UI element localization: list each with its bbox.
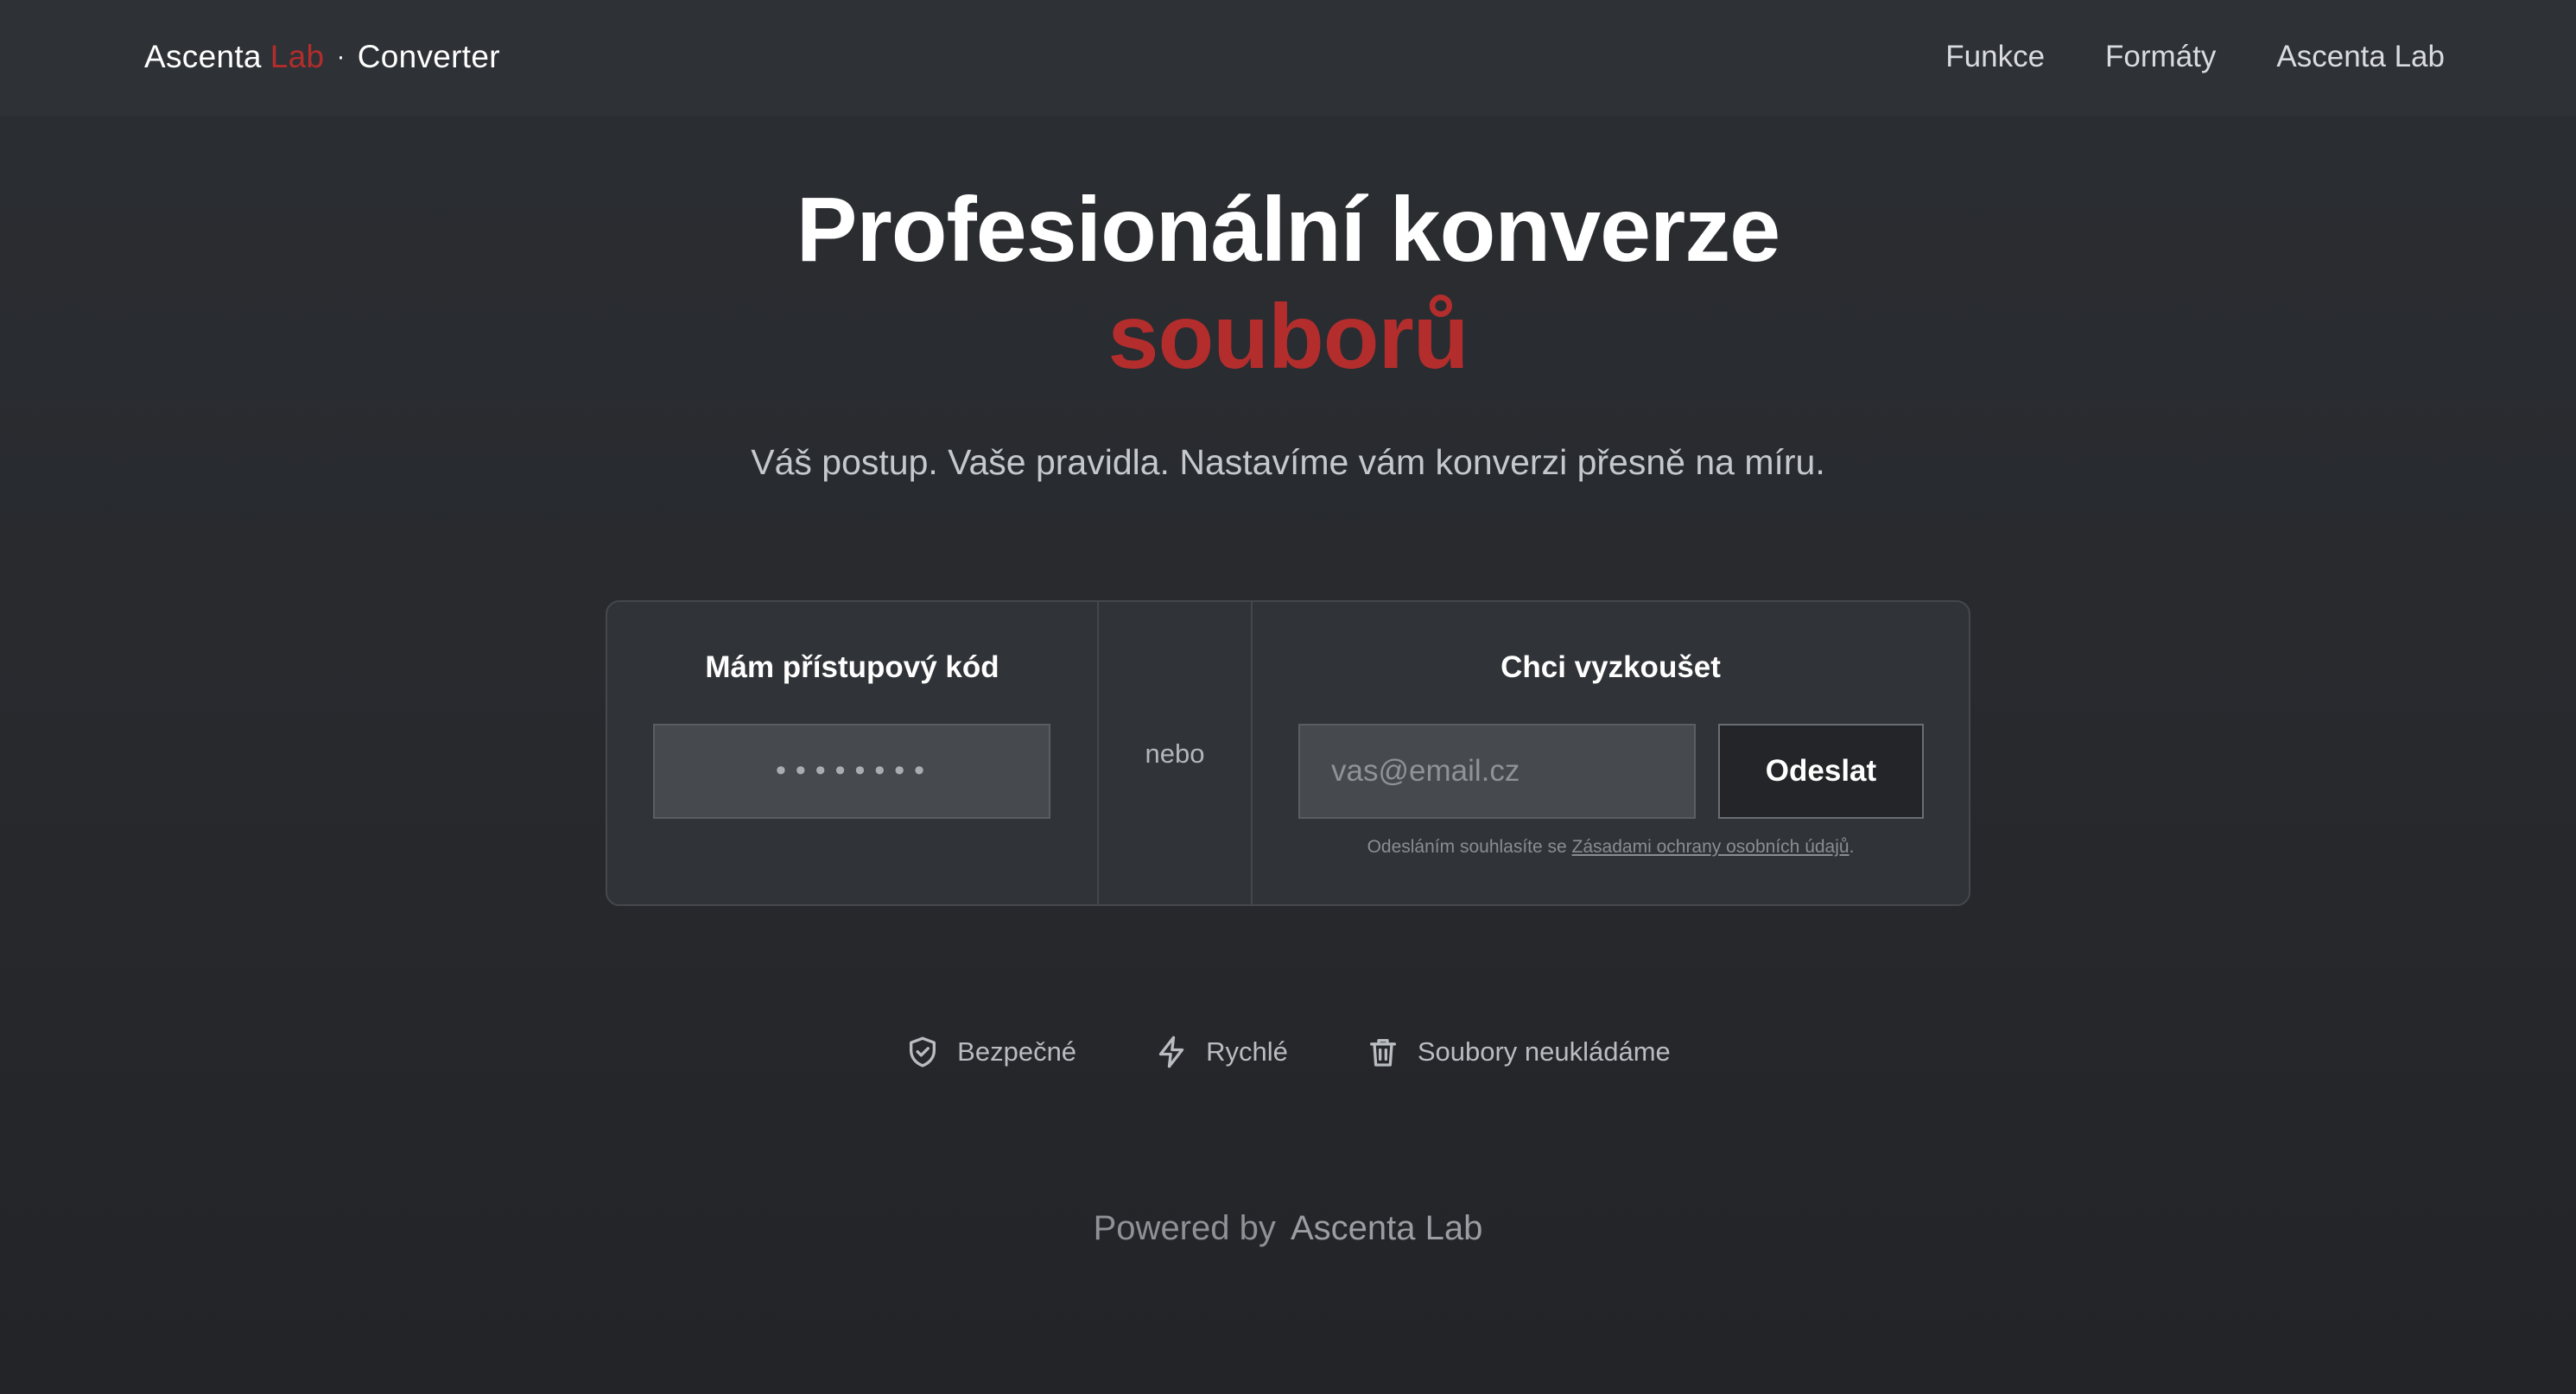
- privacy-policy-link[interactable]: Zásadami ochrany osobních údajů: [1572, 837, 1850, 857]
- brand-separator: ·: [336, 42, 346, 71]
- feature-fast: Rychlé: [1154, 1034, 1288, 1070]
- nav-link-ascenta-lab[interactable]: Ascenta Lab: [2276, 40, 2445, 74]
- hero-title-accent: souborů: [1107, 286, 1469, 388]
- hero-title: Profesionální konverze souborů: [0, 176, 2576, 390]
- divider-section: nebo: [1097, 602, 1253, 904]
- top-bar: Ascenta Lab · Converter Funkce Formáty A…: [0, 0, 2576, 116]
- consent-suffix: .: [1849, 837, 1855, 857]
- main-nav: Funkce Formáty Ascenta Lab: [1945, 33, 2445, 81]
- access-code-section: Mám přístupový kód: [607, 602, 1097, 904]
- consent-prefix: Odesláním souhlasíte se: [1367, 837, 1572, 857]
- powered-by-prefix: Powered by: [1093, 1209, 1276, 1247]
- consent-text: Odesláním souhlasíte se Zásadami ochrany…: [1253, 837, 1969, 858]
- hero-title-line1: Profesionální konverze: [796, 179, 1780, 281]
- hero-subtitle: Váš postup. Vaše pravidla. Nastavíme vám…: [751, 442, 1825, 482]
- email-input[interactable]: [1298, 724, 1696, 819]
- lightning-icon: [1154, 1034, 1189, 1070]
- access-code-input[interactable]: [653, 724, 1050, 819]
- feature-secure: Bezpečné: [905, 1034, 1076, 1070]
- feature-secure-label: Bezpečné: [957, 1036, 1077, 1067]
- trial-heading: Chci vyzkoušet: [1501, 650, 1721, 684]
- brand-product: Converter: [357, 39, 500, 74]
- brand-logo[interactable]: Ascenta Lab · Converter: [144, 33, 500, 81]
- feature-no-storage: Soubory neukládáme: [1366, 1034, 1671, 1070]
- feature-fast-label: Rychlé: [1206, 1036, 1288, 1067]
- shield-check-icon: [905, 1034, 940, 1070]
- submit-button[interactable]: Odeslat: [1718, 724, 1924, 819]
- access-code-heading: Mám přístupový kód: [705, 650, 999, 684]
- feature-list: Bezpečné Rychlé Soubory neukládáme: [0, 1028, 2576, 1076]
- brand-name: Ascenta: [144, 39, 262, 74]
- brand-lab: Lab: [270, 39, 325, 74]
- nav-link-funkce[interactable]: Funkce: [1945, 40, 2045, 74]
- powered-by-brand[interactable]: Ascenta Lab: [1291, 1209, 1482, 1247]
- divider-text: nebo: [1145, 738, 1205, 769]
- nav-link-formaty[interactable]: Formáty: [2105, 40, 2216, 74]
- feature-no-storage-label: Soubory neukládáme: [1417, 1036, 1671, 1067]
- powered-by: Powered by Ascenta Lab: [0, 1209, 2576, 1248]
- trial-section: Chci vyzkoušet Odeslat Odesláním souhlas…: [1253, 602, 1969, 904]
- trash-icon: [1366, 1034, 1400, 1070]
- access-card: Mám přístupový kód nebo Chci vyzkoušet O…: [606, 600, 1970, 906]
